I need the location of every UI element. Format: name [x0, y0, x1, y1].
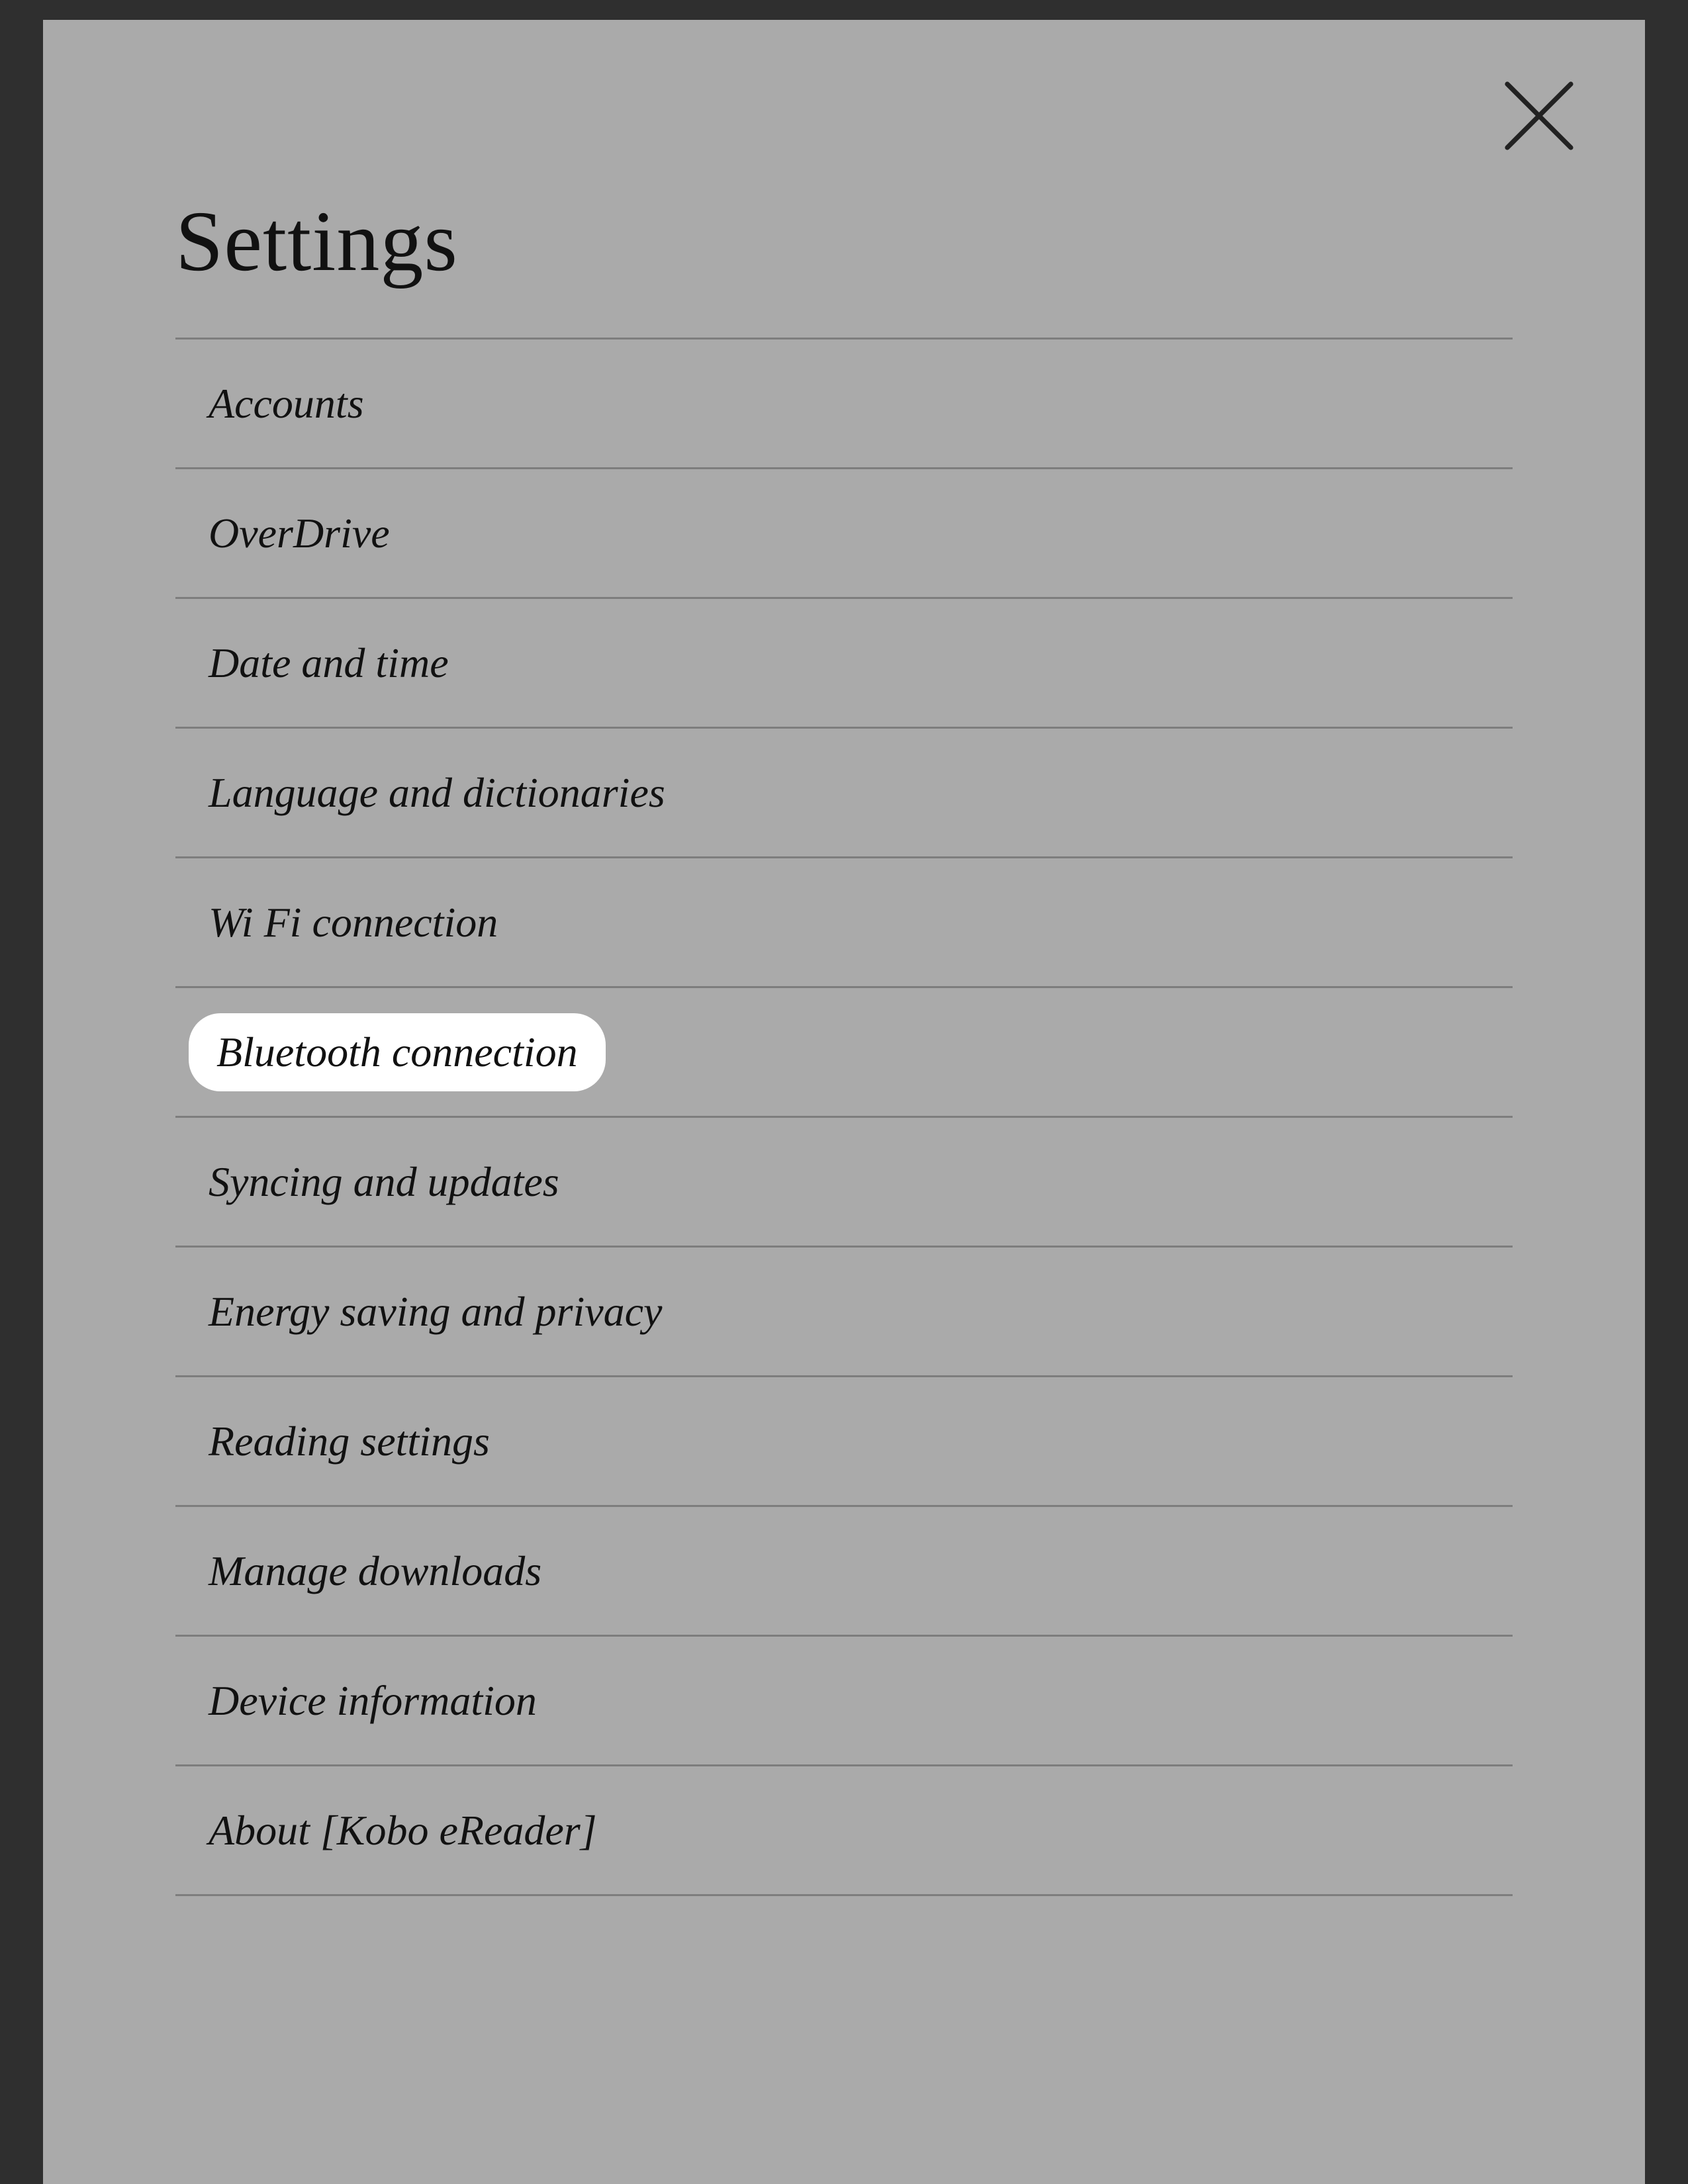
settings-item-label: OverDrive — [175, 509, 390, 558]
close-icon — [1499, 76, 1579, 156]
settings-item[interactable]: OverDrive — [175, 469, 1513, 599]
settings-item-label: Reading settings — [175, 1417, 490, 1466]
settings-item-label: Syncing and updates — [175, 1158, 559, 1206]
close-button[interactable] — [1499, 76, 1579, 156]
settings-item[interactable]: Device information — [175, 1637, 1513, 1766]
settings-item[interactable]: Energy saving and privacy — [175, 1248, 1513, 1377]
settings-item-label: Accounts — [175, 379, 364, 428]
settings-item[interactable]: Manage downloads — [175, 1507, 1513, 1637]
page-title: Settings — [175, 192, 1513, 291]
settings-item-label: About [Kobo eReader] — [175, 1806, 597, 1855]
settings-item-label: Bluetooth connection — [216, 1028, 578, 1077]
settings-item-label: Language and dictionaries — [175, 768, 665, 817]
settings-item[interactable]: About [Kobo eReader] — [175, 1766, 1513, 1896]
settings-item[interactable]: Syncing and updates — [175, 1118, 1513, 1248]
settings-item[interactable]: Accounts — [175, 340, 1513, 469]
settings-item[interactable]: Bluetooth connection — [175, 988, 1513, 1118]
settings-item[interactable]: Date and time — [175, 599, 1513, 729]
settings-item[interactable]: Reading settings — [175, 1377, 1513, 1507]
settings-item-label: Manage downloads — [175, 1547, 541, 1596]
settings-panel: Settings Accounts OverDrive Date and time L… — [43, 20, 1645, 2184]
highlight-pill: Bluetooth connection — [189, 1013, 606, 1091]
settings-item-label: Wi Fi connection — [175, 898, 498, 947]
settings-item-label: Energy saving and privacy — [175, 1287, 662, 1336]
settings-item-label: Date and time — [175, 639, 449, 688]
settings-item[interactable]: Wi Fi connection — [175, 858, 1513, 988]
settings-item[interactable]: Language and dictionaries — [175, 729, 1513, 858]
settings-item-label: Device information — [175, 1676, 537, 1725]
settings-list: Accounts OverDrive Date and time Language a… — [175, 338, 1513, 1896]
